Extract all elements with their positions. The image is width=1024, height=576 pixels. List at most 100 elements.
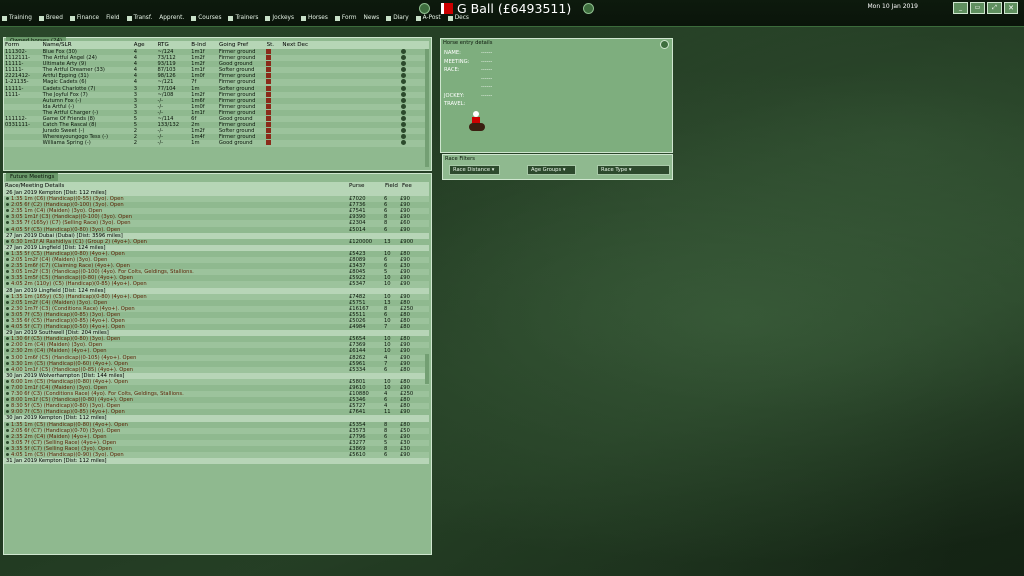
race-dot-icon (6, 203, 9, 207)
race-dot-icon (6, 276, 9, 280)
race-label: 1:35 1m (C5) (Handicap)(0-80) (4yo+). Op… (11, 421, 128, 428)
race-dot-icon (6, 349, 9, 353)
entry-dot-icon[interactable] (401, 134, 407, 140)
entry-dot-icon[interactable] (401, 122, 407, 128)
future-meetings-tab[interactable]: Future Meetings (6, 173, 59, 181)
menu-item-label: Training (9, 15, 32, 21)
meeting-row[interactable]: 31 Jan 2019 Kempton [Dist: 112 miles] (4, 458, 429, 465)
column-header[interactable]: Age (133, 41, 157, 49)
entry-dot-icon[interactable] (401, 73, 407, 79)
column-header[interactable]: Race/Meeting Details (4, 182, 348, 190)
race-label: 4:05 2m (110y) (C5) (Handicap)(0-85) (4y… (11, 281, 147, 288)
race-label: 3:35 7f (165y) (C7) (Selling Race) (3yo)… (11, 220, 131, 227)
race-dot-icon (6, 392, 9, 396)
entry-dot-icon[interactable] (401, 91, 407, 97)
column-header[interactable]: Field (384, 182, 401, 190)
entry-label: JOCKEY: (444, 92, 465, 99)
column-header[interactable]: Purse (348, 182, 384, 190)
menu-item-training[interactable]: Training (2, 15, 32, 21)
refresh-icon[interactable] (660, 40, 669, 49)
column-header[interactable]: Going Pref (218, 41, 266, 49)
race-label: 2:05 1m2f (C4) (Maiden) (3yo). Open (11, 257, 108, 264)
entry-dot-icon[interactable] (401, 116, 407, 122)
minimize-button[interactable]: _ (953, 2, 968, 14)
entry-dot-icon[interactable] (401, 103, 407, 109)
menu-item-field[interactable]: Field (106, 15, 119, 21)
table-row[interactable]: Williama Spring (-) 2 -/- 1m Good ground (4, 140, 429, 147)
entry-value: ------ (481, 58, 493, 65)
entry-dot-icon[interactable] (401, 79, 407, 85)
entry-dot-icon[interactable] (401, 61, 407, 67)
horse-icon (38, 15, 44, 21)
race-dot-icon (6, 258, 9, 262)
person-icon (228, 15, 234, 21)
scrollbar[interactable] (425, 354, 429, 384)
race-dot-icon (6, 440, 9, 444)
race-dot-icon (6, 337, 9, 341)
column-header[interactable]: RTG (157, 41, 191, 49)
entry-label: RACE: (444, 67, 460, 73)
entry-dot-icon[interactable] (401, 49, 407, 54)
going-cell: Good ground (218, 140, 253, 147)
race-label: 9:00 7f (C5) (Handicap)(0-85) (4yo+). Op… (11, 409, 125, 416)
menu-item-breed[interactable]: Breed (38, 15, 63, 21)
maximize-button[interactable]: ▭ (970, 2, 985, 14)
column-header[interactable]: Name/SLR (42, 41, 133, 49)
menu-item-label: News (363, 15, 380, 21)
entry-dot-icon[interactable] (401, 128, 407, 134)
future-meetings-panel: Future Meetings Race/Meeting Details Purs… (3, 173, 432, 555)
entry-dot-icon[interactable] (401, 109, 407, 115)
menu-item-diary[interactable]: Diary (386, 15, 409, 21)
status-icon (266, 122, 272, 128)
status-icon (266, 134, 272, 140)
menu-item-finance[interactable]: Finance (69, 15, 99, 21)
race-filters-panel: Race Filters Race Distance ▾ Age Groups … (442, 154, 673, 180)
scrollbar[interactable] (425, 49, 429, 167)
age-groups-dropdown[interactable]: Age Groups ▾ (527, 165, 576, 175)
menu-item-label: Form (341, 15, 357, 21)
forward-button[interactable] (583, 3, 594, 14)
entry-dot-icon[interactable] (401, 67, 407, 73)
fullscreen-button[interactable]: ⤢ (987, 2, 1002, 14)
column-header[interactable]: Form (4, 41, 42, 49)
close-button[interactable]: ✕ (1004, 2, 1018, 14)
menu-item-horses[interactable]: Horses (301, 15, 328, 21)
race-label: 2:35 1m (C4) (Maiden) (3yo). Open (11, 208, 103, 215)
menu-item-jockeys[interactable]: Jockeys (265, 15, 294, 21)
status-icon (266, 116, 272, 122)
owned-horses-panel: Owned horses (24) FormName/SLRAgeRTGB-In… (3, 37, 432, 171)
back-button[interactable] (419, 3, 430, 14)
meeting-label: 31 Jan 2019 Kempton [Dist: 112 miles] (6, 458, 107, 465)
menu-item-courses[interactable]: Courses (191, 15, 221, 21)
status-icon (266, 73, 272, 79)
race-label: 2:05 6f (C7) (Handicap)(0-70) (3yo). Ope… (11, 427, 121, 434)
menu-item-trainers[interactable]: Trainers (228, 15, 258, 21)
race-label: 7:00 1m1f (C4) (Maiden) (3yo). Open (11, 385, 108, 391)
entry-dot-icon[interactable] (401, 85, 407, 91)
race-label: 3:35 6f (C5) (Handicap)(0-85) (4yo+). Op… (11, 317, 125, 324)
race-type-dropdown[interactable]: Race Type ▾ (597, 165, 670, 175)
menu-item-apprent[interactable]: Apprent. (159, 15, 184, 21)
menu-item-apost[interactable]: A-Post (415, 15, 441, 21)
race-label: 2:35 1m6f (C7) (Claiming Race) (4yo+). O… (11, 263, 130, 270)
status-icon (266, 109, 272, 115)
menu-item-form[interactable]: Form (334, 15, 357, 21)
column-header[interactable]: B-Ind (190, 41, 218, 49)
column-header[interactable]: St. (266, 41, 282, 49)
race-distance-dropdown[interactable]: Race Distance ▾ (449, 165, 500, 175)
entry-dot-icon[interactable] (401, 97, 407, 103)
column-header[interactable]: Next Dec (281, 41, 429, 49)
owned-horses-table: Form Name/SLR Age RTG B-Ind Going Pref St. Next… (4, 41, 429, 147)
race-dot-icon (6, 300, 9, 304)
race-type-label: Race Type (601, 167, 628, 173)
race-label: 1:35 1m (C6) (Handicap)(0-55) (3yo). Ope… (11, 196, 124, 203)
entry-dot-icon[interactable] (401, 55, 407, 61)
race-dot-icon (6, 221, 9, 225)
column-header[interactable]: Fee (401, 182, 427, 190)
entry-dot-icon[interactable] (401, 140, 407, 146)
jockey-silk-icon (469, 111, 485, 133)
menu-item-news[interactable]: News (364, 15, 380, 21)
menu-item-transf[interactable]: Transf. (126, 15, 152, 21)
age-groups-label: Age Groups (531, 167, 562, 173)
menu-item-decs[interactable]: Decs (447, 15, 469, 21)
